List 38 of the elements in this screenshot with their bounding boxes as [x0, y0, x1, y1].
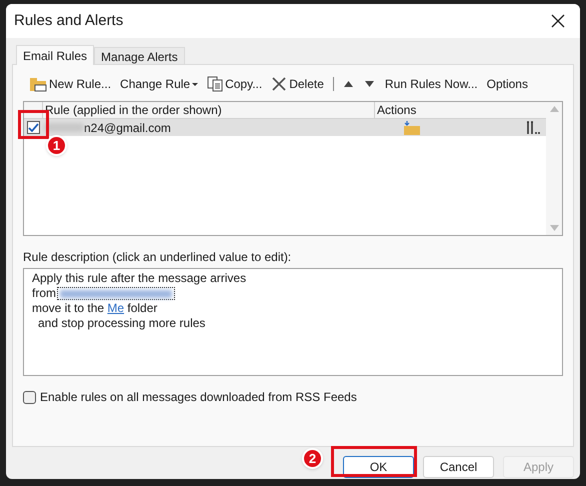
- blurred-text: [44, 123, 84, 132]
- step-badge: 2: [302, 448, 323, 469]
- close-icon: [551, 14, 565, 28]
- toolbar-button[interactable]: Delete: [271, 75, 324, 93]
- scrollbar[interactable]: [546, 102, 562, 235]
- scroll-up-icon: [550, 106, 558, 112]
- checkmark-icon: [28, 123, 39, 132]
- dialog-button[interactable]: Cancel: [423, 456, 494, 478]
- description-text: Apply this rule after the message arrives: [32, 271, 246, 286]
- table-cell-text: n24@gmail.com: [84, 120, 172, 136]
- scroll-down-icon: [550, 225, 558, 231]
- cross-icon: [271, 76, 288, 92]
- folder-icon: [404, 120, 420, 134]
- tab[interactable]: Email Rules: [16, 45, 94, 65]
- description-text: and stop processing more rules: [37, 316, 206, 331]
- tools-icon: [526, 120, 540, 134]
- toolbar-button[interactable]: Copy...: [207, 75, 262, 93]
- toolbar-button[interactable]: Run Rules Now...: [384, 75, 478, 93]
- window-title: Rules and Alerts: [14, 10, 124, 31]
- triangle-up-icon: [344, 81, 354, 87]
- checkbox-label: Enable rules on all messages downloaded from RSS Feeds: [40, 389, 357, 406]
- triangle-down-icon: [365, 81, 374, 87]
- toolbar-button[interactable]: New Rule...: [29, 75, 112, 93]
- column-header: Actions: [376, 102, 418, 118]
- description-text: from: [32, 286, 56, 301]
- tab[interactable]: Manage Alerts: [94, 47, 185, 64]
- checkbox[interactable]: [23, 390, 36, 404]
- folder-icon: [29, 76, 47, 92]
- value-link[interactable]: [57, 287, 175, 300]
- description-text: move it to the Me folder: [32, 301, 158, 316]
- rule-row[interactable]: n24@gmail.com: [24, 119, 546, 136]
- caret-icon: [192, 82, 198, 86]
- value-link[interactable]: Me: [107, 301, 124, 315]
- section-label: Rule description (click an underlined value to edit):: [23, 249, 292, 266]
- dropdown-button[interactable]: Change Rule: [120, 75, 198, 93]
- toolbar-button[interactable]: Options: [486, 75, 528, 93]
- checkbox[interactable]: [27, 121, 40, 134]
- copy-icon: [207, 76, 224, 92]
